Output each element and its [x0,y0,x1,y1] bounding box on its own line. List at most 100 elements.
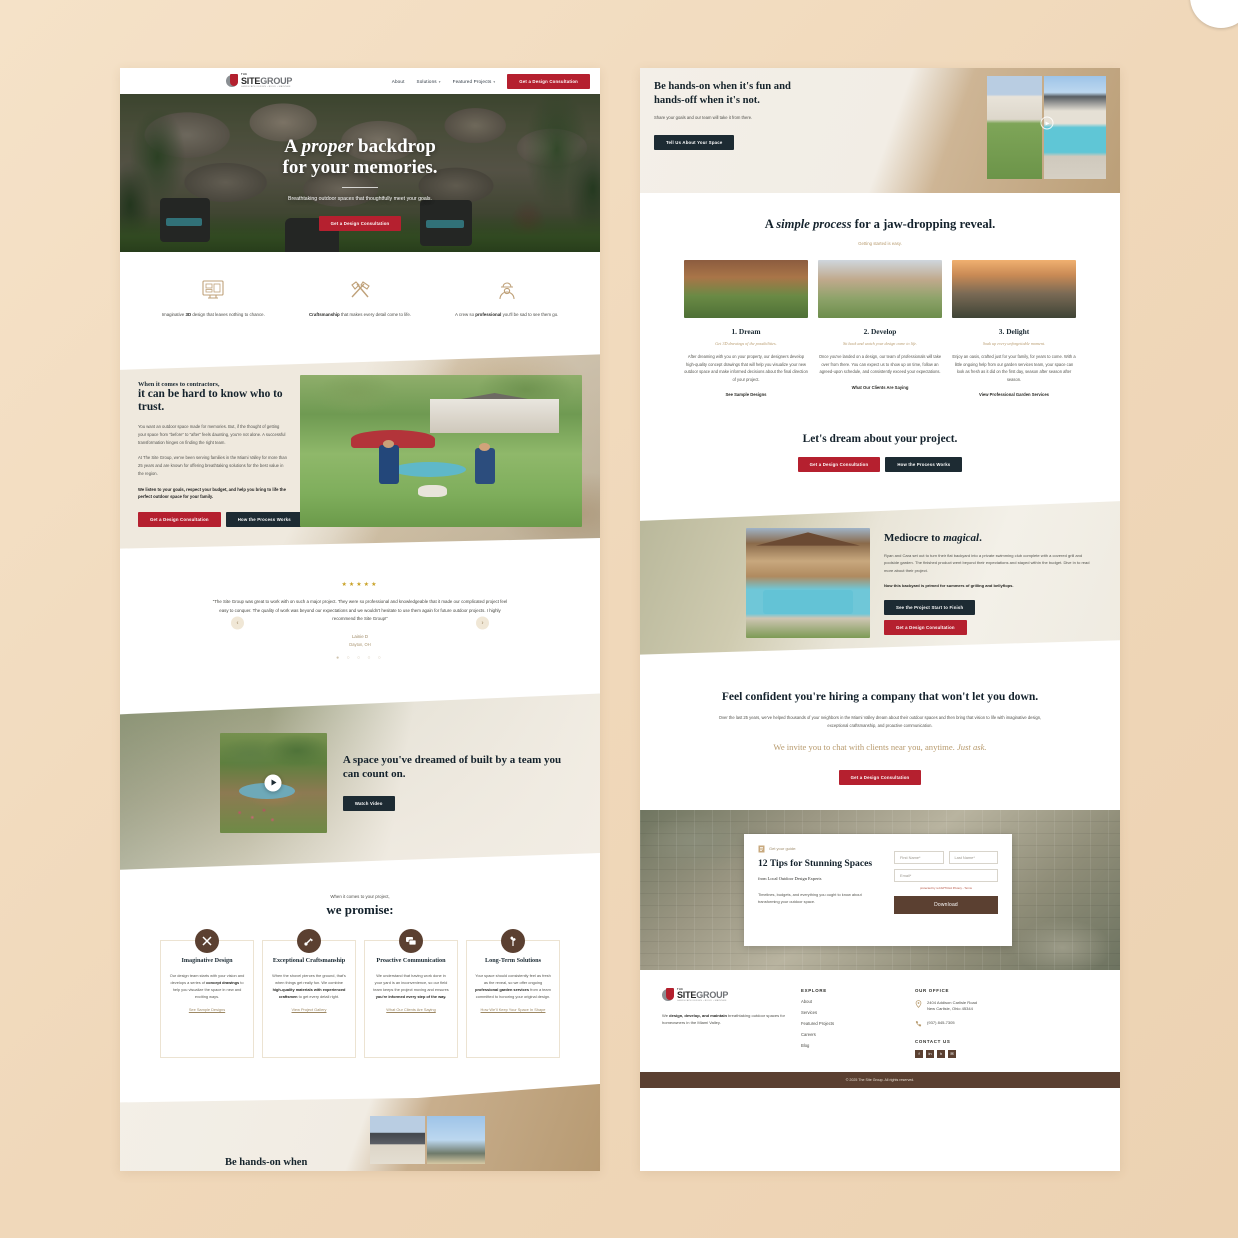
footer-phone[interactable]: (937) 845-7305 [927,1020,955,1026]
footer-link-about[interactable]: About [801,999,901,1004]
footer-link-services[interactable]: Services [801,1010,901,1015]
feature-item: Craftsmanship that makes every detail co… [289,278,432,319]
peek-pool-photo [427,1115,485,1164]
watch-video-button[interactable]: Watch Video [342,796,395,812]
hero-heading: A proper backdrop for your memories. [282,136,438,179]
nav-item-solutions[interactable]: Solutions ▾ [417,79,441,84]
trust-secondary-button[interactable]: How the Process Works [225,512,303,528]
footer-tagline: We design, develop, and maintain breatht… [662,1012,785,1026]
footer-link-careers[interactable]: Careers [801,1032,901,1037]
footer-link-blog[interactable]: Blog [801,1043,901,1048]
step-body: Once you've landed on a design, our team… [818,354,942,375]
peek-heading: Be hands-on when [225,1156,308,1168]
promise-eyebrow: When it comes to your project, [330,893,390,899]
tools-icon [289,278,432,302]
hero-subtitle: Breathtaking outdoor spaces that thought… [288,195,432,202]
promise-card-link[interactable]: See Sample Designs [169,1007,245,1013]
chevron-down-icon: ▾ [493,79,496,84]
promise-card-link[interactable]: How We'll Keep Your Space In Shape [475,1007,551,1013]
feature-item: A crew so professional you'll be sad to … [435,278,578,319]
promise-heading: we promise: [326,901,394,917]
page-screenshot-right-half: Be hands-on when it's fun and hands-off … [640,68,1120,1171]
guide-heading: 12 Tips for Stunning Spaces [758,857,873,869]
testimonial-quote: “The Site Group was great to work with o… [212,599,508,622]
hands-on-gallery [987,76,1106,179]
dream-cta-section: Let's dream about your project. Get a De… [640,409,1120,498]
feature-highlights: Imaginative 3D design that leaves nothin… [120,252,600,349]
footer-address-line1: 2404 Addison Carlisle Road [927,999,977,1005]
footer-logo[interactable]: THE SITEGROUP LANDSCAPE DESIGN • BUILD •… [662,987,787,1003]
page-screenshot-left-half: THE SITEGROUP LANDSCAPE DESIGN • BUILD •… [120,68,600,1171]
site-logo[interactable]: THE SITEGROUP LANDSCAPE DESIGN • BUILD •… [226,73,293,89]
nav-cta-button[interactable]: Get a Design Consultation [507,73,590,89]
process-section: A simple process for a jaw-dropping reve… [640,193,1120,409]
step-link[interactable]: View Professional Garden Services [952,392,1076,399]
nav-item-about[interactable]: About [392,79,405,84]
step-link[interactable]: See Sample Designs [684,392,808,399]
video-thumbnail[interactable] [220,732,327,833]
step-link[interactable]: What Our Clients Are Saying [818,385,942,392]
trust-primary-button[interactable]: Get a Design Consultation [138,512,221,528]
dream-secondary-button[interactable]: How the Process Works [885,457,963,472]
play-icon[interactable] [264,774,282,792]
tell-us-button[interactable]: Tell Us About Your Space [654,134,735,150]
process-step: 2. Develop Sit back and watch your desig… [818,259,942,399]
houzz-icon[interactable]: h [937,1049,945,1058]
step-subtitle: Sit back and watch your design come to l… [842,340,918,346]
promise-card: Imaginative Design Our design team start… [160,928,254,1058]
promise-card-title: Exceptional Craftsmanship [272,956,346,964]
testimonial-section: ★★★★★ “The Site Group was great to work … [120,555,600,691]
hero-cta-button[interactable]: Get a Design Consultation [318,215,402,231]
confidence-body: Over the last 25 years, we've helped tho… [718,715,1042,728]
email-field[interactable]: Email* [894,868,998,882]
next-section-peek: Be hands-on when [120,1083,600,1171]
carousel-prev-icon[interactable]: ‹ [231,616,244,630]
confidence-invite: We invite you to chat with clients near … [773,742,987,753]
project-body-bold: Now this backyard is primed for summers … [884,583,1014,589]
featured-project-section: Mediocre to magical. Ryan and Cara set o… [640,498,1120,663]
rating-stars: ★★★★★ [341,582,379,589]
map-pin-icon [915,1000,922,1008]
facebook-icon[interactable]: f [915,1049,923,1058]
promise-card-title: Imaginative Design [181,956,233,964]
linkedin-icon[interactable]: in [926,1049,934,1058]
site-footer: THE SITEGROUP LANDSCAPE DESIGN • BUILD •… [640,969,1120,1072]
email-icon[interactable]: ✉ [948,1049,956,1058]
carousel-next-icon[interactable]: › [476,616,489,630]
promise-card: Proactive Communication We understand th… [364,928,458,1058]
first-name-field[interactable]: First Name* [894,850,944,864]
footer-link-featured-projects[interactable]: Featured Projects [801,1021,901,1026]
dream-primary-button[interactable]: Get a Design Consultation [797,457,881,472]
guide-download-section: Get your guide: 12 Tips for Stunning Spa… [640,809,1120,970]
carousel-dots[interactable]: ● ○ ○ ○ ○ [120,655,600,661]
footer-office-heading: OUR OFFICE [915,987,950,993]
recaptcha-notice: protected by reCAPTCHA Privacy - Terms [920,885,972,890]
confidence-heading: Feel confident you're hiring a company t… [721,690,1039,703]
logo-shield-icon [226,73,239,89]
feature-item: Imaginative 3D design that leaves nothin… [142,278,285,319]
trust-section: When it comes to contractors, it can be … [120,348,600,556]
confidence-cta-button[interactable]: Get a Design Consultation [838,769,922,785]
hero-divider [342,186,378,188]
nav-item-featured-projects[interactable]: Featured Projects ▾ [453,79,496,84]
logo-shield-icon [662,987,675,1003]
trust-family-photo [300,374,582,528]
project-secondary-button[interactable]: Get a Design Consultation [884,619,967,635]
footer-explore-heading: EXPLORE [801,987,827,993]
logo-group-text: GROUP [260,75,293,86]
process-heading: A simple process for a jaw-dropping reve… [764,217,996,231]
hands-pool-photo [1044,76,1106,179]
tools-circle-icon [195,928,219,953]
footer-contact-heading: CONTACT US [915,1038,951,1044]
testimonial-author: Lainie D [351,633,369,639]
promise-card-link[interactable]: What Our Clients Are Saying [373,1007,449,1013]
play-icon[interactable] [1040,116,1053,130]
trowel-circle-icon [297,928,321,953]
project-primary-button[interactable]: See the Project Start to Finish [884,599,976,615]
download-button[interactable]: Download [894,895,998,914]
step-title: 3. Delight [998,326,1030,336]
step-photo-develop [818,259,942,318]
promise-card-link[interactable]: View Project Gallery [271,1007,347,1013]
last-name-field[interactable]: Last Name* [948,850,998,864]
document-icon [758,845,765,853]
